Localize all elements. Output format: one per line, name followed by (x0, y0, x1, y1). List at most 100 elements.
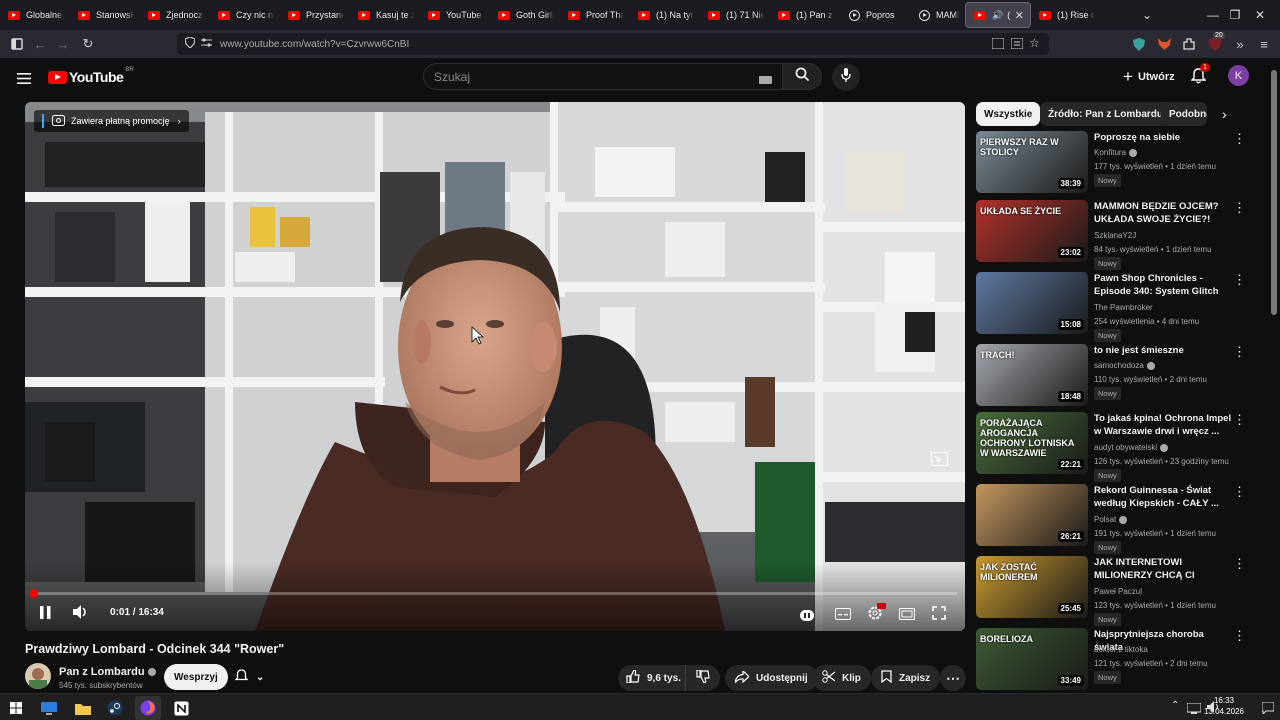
extension-fox-icon[interactable] (1154, 34, 1174, 54)
clip-button[interactable]: Klip (812, 665, 871, 691)
voice-search-button[interactable] (832, 63, 860, 91)
youtube-logo[interactable]: YouTube BR (48, 67, 134, 85)
theater-mode-icon[interactable] (899, 607, 915, 625)
scrollbar-thumb[interactable] (1271, 70, 1277, 315)
network-icon[interactable] (1186, 701, 1202, 719)
reader-view-icon[interactable] (1010, 37, 1024, 52)
permissions-icon[interactable] (201, 38, 212, 50)
more-options-icon[interactable]: ⋮ (1233, 131, 1246, 147)
channel-avatar[interactable] (25, 663, 51, 689)
extension-shield-icon[interactable] (1129, 34, 1149, 54)
more-options-icon[interactable]: ⋮ (1233, 412, 1246, 428)
url-text[interactable]: www.youtube.com/watch?v=Czvrww6CnBI (220, 39, 409, 50)
recommendation-item[interactable]: UKŁADA SE ŻYCIE 23:02 MAMMON BĘDZIE OJCEM?… (976, 200, 1266, 270)
browser-tab[interactable]: Stanowski w (70, 0, 140, 30)
chips-next-icon[interactable]: › (1222, 106, 1227, 122)
tray-chevron-icon[interactable]: ⌃ (1171, 700, 1179, 711)
page-actions-icon[interactable] (991, 37, 1005, 52)
page-scrollbar[interactable] (1268, 58, 1280, 698)
steam-icon[interactable] (102, 696, 128, 720)
close-window-button[interactable]: ✕ (1240, 0, 1280, 30)
shield-icon[interactable] (184, 36, 196, 51)
video-thumbnail[interactable]: 26:21 (976, 484, 1088, 546)
chip-all[interactable]: Wszystkie (976, 102, 1041, 126)
forward-button[interactable]: → (53, 34, 73, 54)
video-thumbnail[interactable]: 15:08 (976, 272, 1088, 334)
browser-tab[interactable]: Goth Girls E (490, 0, 560, 30)
address-bar[interactable]: www.youtube.com/watch?v=Czvrww6CnBI ☆ (177, 33, 1049, 55)
fullscreen-icon[interactable] (932, 606, 946, 625)
recommendation-item[interactable]: JAK ZOSTAĆ MILIONEREM 25:45 JAK INTERNETOW… (976, 556, 1266, 626)
chip-source[interactable]: Źródło: Pan z Lombardu (1040, 102, 1171, 126)
more-options-icon[interactable]: ⋮ (1233, 200, 1246, 216)
recommendation-item[interactable]: PORAŻAJĄCA AROGANCJA OCHRONY LOTNISKA W … (976, 412, 1266, 482)
browser-tab[interactable]: Czy nic nie (210, 0, 280, 30)
video-title[interactable]: JAK INTERNETOWI MILIONERZY CHCĄ CI WYPRA… (1094, 556, 1234, 583)
search-input[interactable]: Szukaj (423, 63, 783, 90)
notification-center-icon[interactable] (1261, 701, 1275, 719)
video-title[interactable]: Rekord Guinnessa - Świat według Kiepskic… (1094, 484, 1234, 510)
chip-related[interactable]: Podobne (1161, 102, 1207, 126)
start-button[interactable] (3, 696, 29, 720)
browser-tab[interactable]: MAMM (910, 0, 965, 30)
share-button[interactable]: Udostępnij (725, 665, 818, 691)
subtitles-icon[interactable] (835, 607, 851, 625)
paid-promotion-banner[interactable]: Zawiera płatną promocję › (34, 110, 189, 132)
sidebar-toggle-icon[interactable] (7, 34, 27, 54)
clock[interactable]: 16:33 13.04.2026 (1200, 695, 1248, 717)
browser-tab[interactable]: Kasuj te zdj (350, 0, 420, 30)
channel-name[interactable]: Konfitura (1094, 148, 1138, 157)
recommendation-item[interactable]: 15:08 Pawn Shop Chronicles - Episode 340:… (976, 272, 1266, 342)
channel-name[interactable]: Polsat (1094, 515, 1128, 524)
recommendation-item[interactable]: PIERWSZY RAZ W STOLICY 38:39 Poproszę na s… (976, 131, 1266, 195)
video-thumbnail[interactable]: PORAŻAJĄCA AROGANCJA OCHRONY LOTNISKA W … (976, 412, 1088, 474)
tab-audio-icon[interactable]: 🔊 (992, 10, 1003, 21)
bookmark-star-icon[interactable]: ☆ (1029, 36, 1040, 50)
progress-bar[interactable] (29, 589, 957, 598)
reload-button[interactable]: ↻ (78, 34, 98, 54)
video-title[interactable]: to nie jest śmieszne (1094, 344, 1234, 357)
more-actions-button[interactable]: ⋯ (940, 665, 966, 691)
close-tab-icon[interactable]: ✕ (1015, 9, 1024, 22)
channel-name[interactable]: Paweł Paczul (1094, 587, 1142, 596)
browser-tab[interactable]: 🔊 (1) P ✕ (965, 2, 1031, 28)
extensions-puzzle-icon[interactable] (1179, 34, 1199, 54)
app-menu-icon[interactable]: ≡ (1254, 34, 1274, 54)
more-options-icon[interactable]: ⋮ (1233, 484, 1246, 500)
monitor-app-icon[interactable] (36, 696, 62, 720)
pause-button[interactable] (40, 606, 51, 624)
browser-tab[interactable]: Proof That (560, 0, 630, 30)
recommendation-item[interactable]: 26:21 Rekord Guinnessa - Świat według Kie… (976, 484, 1266, 554)
more-tools-icon[interactable]: » (1230, 34, 1250, 54)
video-title[interactable]: To jakaś kpina! Ochrona Impel w Warszawi… (1094, 412, 1234, 438)
video-thumbnail[interactable]: PIERWSZY RAZ W STOLICY 38:39 (976, 131, 1088, 193)
file-explorer-icon[interactable] (70, 696, 96, 720)
browser-tab[interactable]: YouTube (420, 0, 490, 30)
more-options-icon[interactable]: ⋮ (1233, 556, 1246, 572)
more-options-icon[interactable]: ⋮ (1233, 628, 1246, 644)
browser-tab[interactable]: (1) Na tym (630, 0, 700, 30)
channel-name[interactable]: The Pawnbroker (1094, 303, 1153, 312)
channel-name[interactable]: Pan z Lombardu (59, 666, 156, 678)
support-button[interactable]: Wesprzyj (164, 664, 228, 690)
video-thumbnail[interactable]: TRACH! 18:48 (976, 344, 1088, 406)
recommendation-item[interactable]: TRACH! 18:48 to nie jest śmieszne samochodo… (976, 344, 1266, 408)
ublock-icon[interactable]: 20 (1205, 32, 1225, 54)
video-title[interactable]: Pawn Shop Chronicles - Episode 340: Syst… (1094, 272, 1234, 298)
firefox-icon[interactable] (135, 696, 161, 720)
browser-tab[interactable]: (1) Rise of th (1031, 0, 1101, 30)
video-title[interactable]: Poproszę na siebie (1094, 131, 1234, 144)
more-options-icon[interactable]: ⋮ (1233, 272, 1246, 288)
channel-name[interactable]: samochodoza (1094, 361, 1155, 370)
settings-gear-icon[interactable] (867, 603, 886, 626)
dislike-button[interactable] (685, 665, 720, 691)
autoplay-toggle[interactable] (800, 608, 814, 626)
browser-tab[interactable]: Globalne Im (0, 0, 70, 30)
keyboard-icon[interactable] (759, 73, 772, 87)
miniplayer-icon[interactable] (931, 452, 948, 471)
notifications-button[interactable]: 1 (1190, 63, 1210, 89)
video-thumbnail[interactable]: BORELIOZA 33:49 (976, 628, 1088, 690)
browser-tab[interactable]: Zjednoczen (140, 0, 210, 30)
browser-tab[interactable]: Przystanek (280, 0, 350, 30)
browser-tab[interactable]: (1) 71 Nie cl (700, 0, 770, 30)
